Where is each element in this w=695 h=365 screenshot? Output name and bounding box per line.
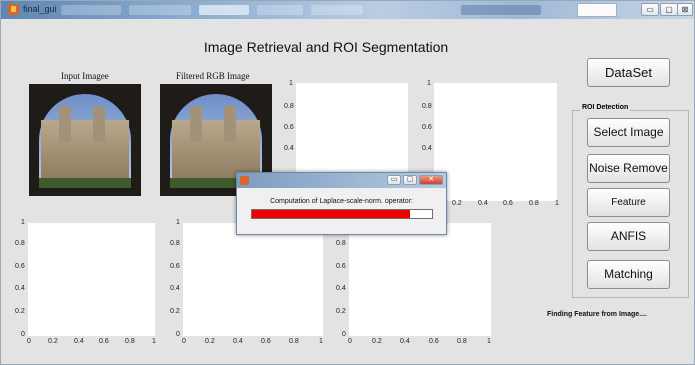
x-tick: 0.2 [372,338,382,345]
taskbar-tab [199,5,249,15]
x-tick: 0 [27,338,31,345]
y-tick: 0.6 [336,263,346,270]
figure-title: Image Retrieval and ROI Segmentation [203,39,449,55]
anfis-button[interactable]: ANFIS [587,222,670,251]
close-button[interactable]: ⊠ [677,3,693,16]
y-tick: 0.4 [422,145,432,152]
y-tick: 1 [21,219,25,226]
maximize-button[interactable]: ▢ [660,3,678,16]
progress-bar-fill [252,210,411,218]
window-title: final_gui [23,4,57,14]
figure-window: final_gui ▭ ▢ ⊠ Image Retrieval and ROI … [0,0,695,365]
x-tick: 0.4 [400,338,410,345]
y-tick: 0 [342,331,346,338]
y-tick: 0.8 [170,240,180,247]
plot-axes-3: 1 0.8 0.6 0.4 0.2 0 0 0.2 0.4 0.6 0.8 1 [15,219,156,345]
x-tick: 0.4 [233,338,243,345]
y-tick: 0.8 [15,240,25,247]
roi-detection-title: ROI Detection [580,104,631,111]
x-tick: 0 [182,338,186,345]
y-tick: 1 [289,80,293,87]
y-tick: 0.2 [170,308,180,315]
y-tick: 0.6 [170,263,180,270]
input-image-label: Input Imagee [61,71,109,81]
y-tick: 0.6 [422,124,432,131]
x-tick: 0.6 [261,338,271,345]
taskbar-tab [257,5,303,15]
title-bar[interactable]: final_gui ▭ ▢ ⊠ [1,1,694,19]
y-tick: 0.4 [15,285,25,292]
x-tick: 0.4 [74,338,84,345]
x-tick: 0.2 [205,338,215,345]
taskbar-tab [461,5,541,15]
y-tick: 0.4 [170,285,180,292]
dialog-minimize-button[interactable]: ▭ [387,175,401,185]
matching-button[interactable]: Matching [587,260,670,289]
taskbar-tab [311,5,363,15]
x-tick: 1 [152,338,156,345]
x-tick: 1 [487,338,491,345]
x-tick: 0.6 [99,338,109,345]
x-tick: 0.2 [452,200,462,207]
x-tick: 0 [348,338,352,345]
y-tick: 0.8 [422,103,432,110]
dialog-close-button[interactable]: ✕ [419,175,443,185]
status-text: Finding Feature from Image.... [547,311,647,318]
y-tick: 0 [21,331,25,338]
title-text-field[interactable] [577,3,617,17]
x-tick: 0.8 [457,338,467,345]
y-tick: 0.6 [284,124,294,131]
matlab-icon [240,176,249,185]
plot-axes-4: 1 0.8 0.6 0.4 0.2 0 0 0.2 0.4 0.6 0.8 1 [170,219,323,345]
y-tick: 0.8 [284,103,294,110]
minimize-button[interactable]: ▭ [641,3,659,16]
dialog-message: Computation of Laplace-scale-norm. opera… [270,198,413,205]
progress-dialog: ▭ ▢ ✕ Computation of Laplace-scale-norm.… [236,172,447,235]
x-tick: 0.6 [503,200,513,207]
feature-extraction-button[interactable]: Feature Extraction [587,188,670,235]
y-tick: 0.2 [336,308,346,315]
y-tick: 0.2 [15,308,25,315]
plot-axes-5: 0.8 0.6 0.4 0.2 0 0 0.2 0.4 0.6 0.8 1 [336,223,491,345]
x-tick: 1 [319,338,323,345]
progress-bar [251,209,433,219]
x-tick: 1 [555,200,559,207]
filtered-image-label: Filtered RGB Image [176,71,250,81]
x-tick: 0.6 [429,338,439,345]
noise-remove-button[interactable]: Noise Remove [587,154,670,183]
x-tick: 0.2 [48,338,58,345]
y-tick: 0.8 [336,240,346,247]
dialog-title-bar[interactable]: ▭ ▢ ✕ [237,173,446,188]
y-tick: 0.4 [336,285,346,292]
taskbar-tab [61,5,121,15]
taskbar-tab [129,5,191,15]
y-tick: 1 [176,219,180,226]
y-tick: 0 [176,331,180,338]
x-tick: 0.8 [529,200,539,207]
dialog-maximize-button[interactable]: ▢ [403,175,417,185]
dataset-button[interactable]: DataSet [587,58,670,87]
x-tick: 0.4 [478,200,488,207]
y-tick: 1 [427,80,431,87]
select-image-button[interactable]: Select Image [587,118,670,147]
input-image [29,84,141,196]
y-tick: 0.6 [15,263,25,270]
plot-axes-2: 1 0.8 0.6 0.4 0.2 0.4 0.6 0.8 1 [422,80,559,207]
x-tick: 0.8 [289,338,299,345]
matlab-icon [8,4,19,15]
y-tick: 0.4 [284,145,294,152]
x-tick: 0.8 [125,338,135,345]
